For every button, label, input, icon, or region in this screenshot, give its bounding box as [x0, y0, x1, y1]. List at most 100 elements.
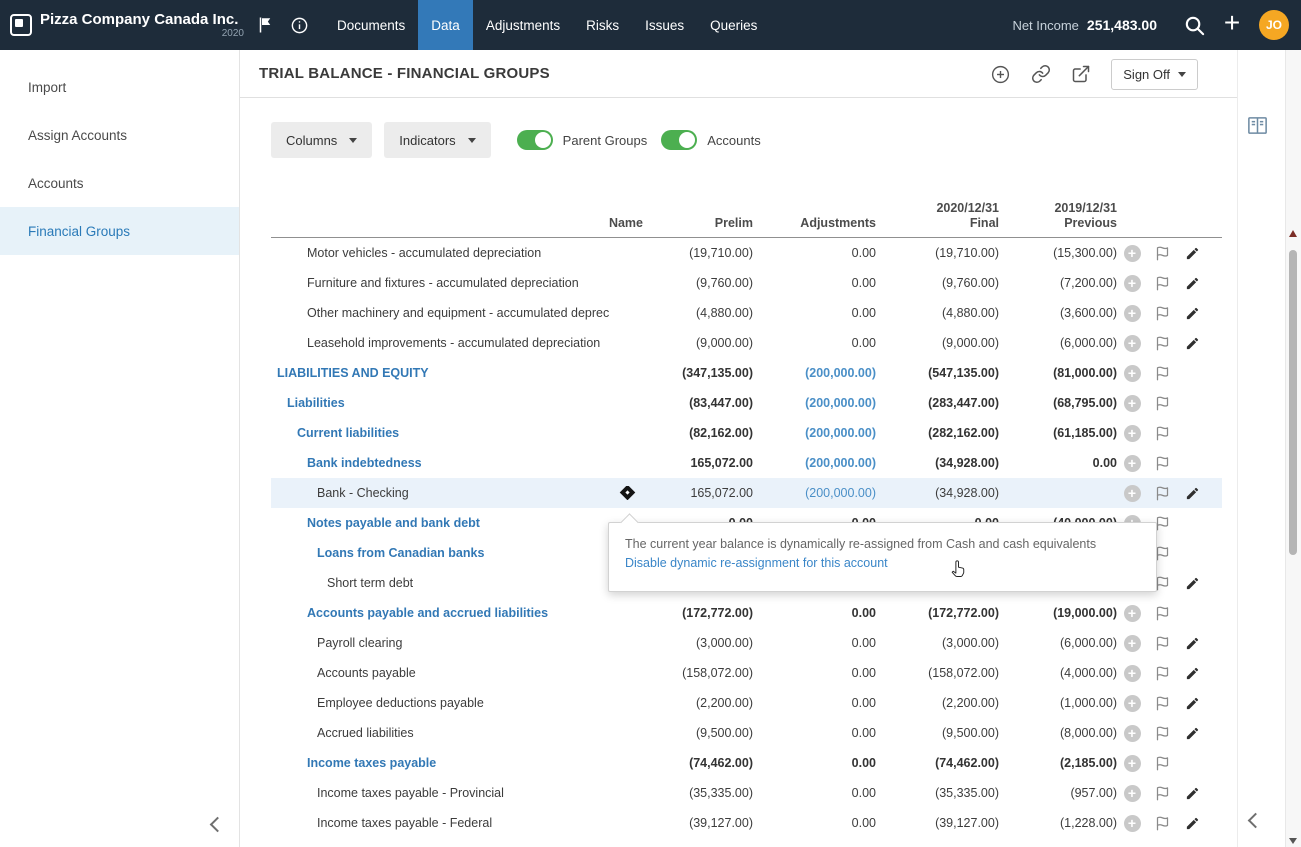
- search-icon[interactable]: [1175, 0, 1213, 50]
- group-name-link[interactable]: Notes payable and bank debt: [307, 516, 480, 530]
- group-name-link[interactable]: Current liabilities: [297, 426, 399, 440]
- edit-account-icon[interactable]: [1185, 666, 1200, 681]
- add-adjustment-icon[interactable]: +: [1124, 395, 1141, 412]
- parent-groups-toggle[interactable]: [517, 130, 553, 150]
- table-row[interactable]: Income taxes payable - Federal(39,127.00…: [271, 808, 1222, 838]
- group-name-link[interactable]: Bank indebtedness: [307, 456, 422, 470]
- flag-icon[interactable]: [1155, 696, 1170, 711]
- add-adjustment-icon[interactable]: +: [1124, 485, 1141, 502]
- add-adjustment-icon[interactable]: +: [1124, 275, 1141, 292]
- add-adjustment-icon[interactable]: +: [1124, 635, 1141, 652]
- flag-icon[interactable]: [1155, 276, 1170, 291]
- group-name-link[interactable]: Loans from Canadian banks: [317, 546, 484, 560]
- flag-icon[interactable]: [1155, 426, 1170, 441]
- edit-account-icon[interactable]: [1185, 696, 1200, 711]
- edit-account-icon[interactable]: [1185, 816, 1200, 831]
- cell-adjustments[interactable]: (200,000.00): [753, 396, 876, 410]
- edit-account-icon[interactable]: [1185, 336, 1200, 351]
- external-link-icon[interactable]: [1071, 64, 1091, 84]
- add-icon[interactable]: +: [1213, 0, 1251, 52]
- table-row[interactable]: Furniture and fixtures - accumulated dep…: [271, 268, 1222, 298]
- cell-adjustments[interactable]: (200,000.00): [753, 456, 876, 470]
- add-adjustment-icon[interactable]: +: [1124, 785, 1141, 802]
- add-adjustment-icon[interactable]: +: [1124, 725, 1141, 742]
- add-adjustment-icon[interactable]: +: [1124, 245, 1141, 262]
- flag-icon[interactable]: [1155, 606, 1170, 621]
- group-name-link[interactable]: Liabilities: [287, 396, 345, 410]
- sidebar-item-accounts[interactable]: Accounts: [0, 159, 239, 207]
- nav-data[interactable]: Data: [418, 0, 473, 50]
- edit-account-icon[interactable]: [1185, 726, 1200, 741]
- flag-icon[interactable]: [1155, 786, 1170, 801]
- add-adjustment-icon[interactable]: +: [1124, 365, 1141, 382]
- nav-documents[interactable]: Documents: [324, 0, 418, 50]
- table-row[interactable]: Accounts payable and accrued liabilities…: [271, 598, 1222, 628]
- link-icon[interactable]: [1031, 64, 1051, 84]
- table-row[interactable]: Bank indebtedness165,072.00(200,000.00)(…: [271, 448, 1222, 478]
- nav-queries[interactable]: Queries: [697, 0, 770, 50]
- flag-icon[interactable]: [1155, 366, 1170, 381]
- sign-off-button[interactable]: Sign Off: [1111, 59, 1198, 90]
- scroll-down-arrow-icon[interactable]: [1289, 838, 1297, 844]
- add-adjustment-icon[interactable]: +: [1124, 425, 1141, 442]
- table-row[interactable]: Bank - Checking165,072.00(200,000.00)(34…: [271, 478, 1222, 508]
- scrollbar-thumb[interactable]: [1289, 250, 1297, 555]
- flag-icon[interactable]: [1155, 726, 1170, 741]
- edit-account-icon[interactable]: [1185, 486, 1200, 501]
- add-adjustment-icon[interactable]: +: [1124, 455, 1141, 472]
- dynamic-reassignment-icon[interactable]: [620, 486, 636, 500]
- add-adjustment-icon[interactable]: +: [1124, 335, 1141, 352]
- cell-adjustments[interactable]: (200,000.00): [753, 426, 876, 440]
- edit-account-icon[interactable]: [1185, 576, 1200, 591]
- add-circle-icon[interactable]: [990, 64, 1011, 85]
- edit-account-icon[interactable]: [1185, 306, 1200, 321]
- flag-icon[interactable]: [1155, 396, 1170, 411]
- add-adjustment-icon[interactable]: +: [1124, 665, 1141, 682]
- table-row[interactable]: Leasehold improvements - accumulated dep…: [271, 328, 1222, 358]
- group-name-link[interactable]: LIABILITIES AND EQUITY: [277, 366, 429, 380]
- flag-icon[interactable]: [1155, 246, 1170, 261]
- add-adjustment-icon[interactable]: +: [1124, 305, 1141, 322]
- table-row[interactable]: Employee deductions payable(2,200.00)0.0…: [271, 688, 1222, 718]
- table-row[interactable]: Motor vehicles - accumulated depreciatio…: [271, 238, 1222, 268]
- columns-dropdown[interactable]: Columns: [271, 122, 372, 158]
- info-icon[interactable]: [282, 0, 316, 50]
- table-row[interactable]: Income taxes payable(74,462.00)0.00(74,4…: [271, 748, 1222, 778]
- table-row[interactable]: Payroll clearing(3,000.00)0.00(3,000.00)…: [271, 628, 1222, 658]
- nav-risks[interactable]: Risks: [573, 0, 632, 50]
- group-name-link[interactable]: Accounts payable and accrued liabilities: [307, 606, 548, 620]
- vertical-scrollbar[interactable]: [1285, 50, 1301, 847]
- indicators-dropdown[interactable]: Indicators: [384, 122, 490, 158]
- nav-adjustments[interactable]: Adjustments: [473, 0, 573, 50]
- table-row[interactable]: Accrued liabilities(9,500.00)0.00(9,500.…: [271, 718, 1222, 748]
- add-adjustment-icon[interactable]: +: [1124, 755, 1141, 772]
- cell-adjustments[interactable]: (200,000.00): [753, 486, 876, 500]
- flag-icon[interactable]: [1155, 456, 1170, 471]
- table-row[interactable]: Current liabilities(82,162.00)(200,000.0…: [271, 418, 1222, 448]
- table-row[interactable]: LIABILITIES AND EQUITY(347,135.00)(200,0…: [271, 358, 1222, 388]
- sidebar-item-import[interactable]: Import: [0, 63, 239, 111]
- sidebar-collapse-chevron-icon[interactable]: [212, 817, 223, 835]
- flag-icon[interactable]: [248, 0, 282, 50]
- flag-icon[interactable]: [1155, 756, 1170, 771]
- accounts-toggle[interactable]: [661, 130, 697, 150]
- company-name[interactable]: Pizza Company Canada Inc.: [40, 11, 248, 28]
- flag-icon[interactable]: [1155, 666, 1170, 681]
- avatar[interactable]: JO: [1259, 10, 1289, 40]
- add-adjustment-icon[interactable]: +: [1124, 605, 1141, 622]
- sidebar-item-financial-groups[interactable]: Financial Groups: [0, 207, 239, 255]
- add-adjustment-icon[interactable]: +: [1124, 815, 1141, 832]
- sidebar-item-assign-accounts[interactable]: Assign Accounts: [0, 111, 239, 159]
- edit-account-icon[interactable]: [1185, 636, 1200, 651]
- cell-adjustments[interactable]: (200,000.00): [753, 366, 876, 380]
- edit-account-icon[interactable]: [1185, 276, 1200, 291]
- flag-icon[interactable]: [1155, 306, 1170, 321]
- reference-pane-icon[interactable]: [1246, 114, 1269, 142]
- edit-account-icon[interactable]: [1185, 246, 1200, 261]
- flag-icon[interactable]: [1155, 636, 1170, 651]
- add-adjustment-icon[interactable]: +: [1124, 695, 1141, 712]
- disable-reassignment-link[interactable]: Disable dynamic re-assignment for this a…: [625, 556, 888, 570]
- table-row[interactable]: Accounts payable(158,072.00)0.00(158,072…: [271, 658, 1222, 688]
- table-row[interactable]: Other machinery and equipment - accumula…: [271, 298, 1222, 328]
- panel-collapse-chevron-icon[interactable]: [1250, 813, 1261, 831]
